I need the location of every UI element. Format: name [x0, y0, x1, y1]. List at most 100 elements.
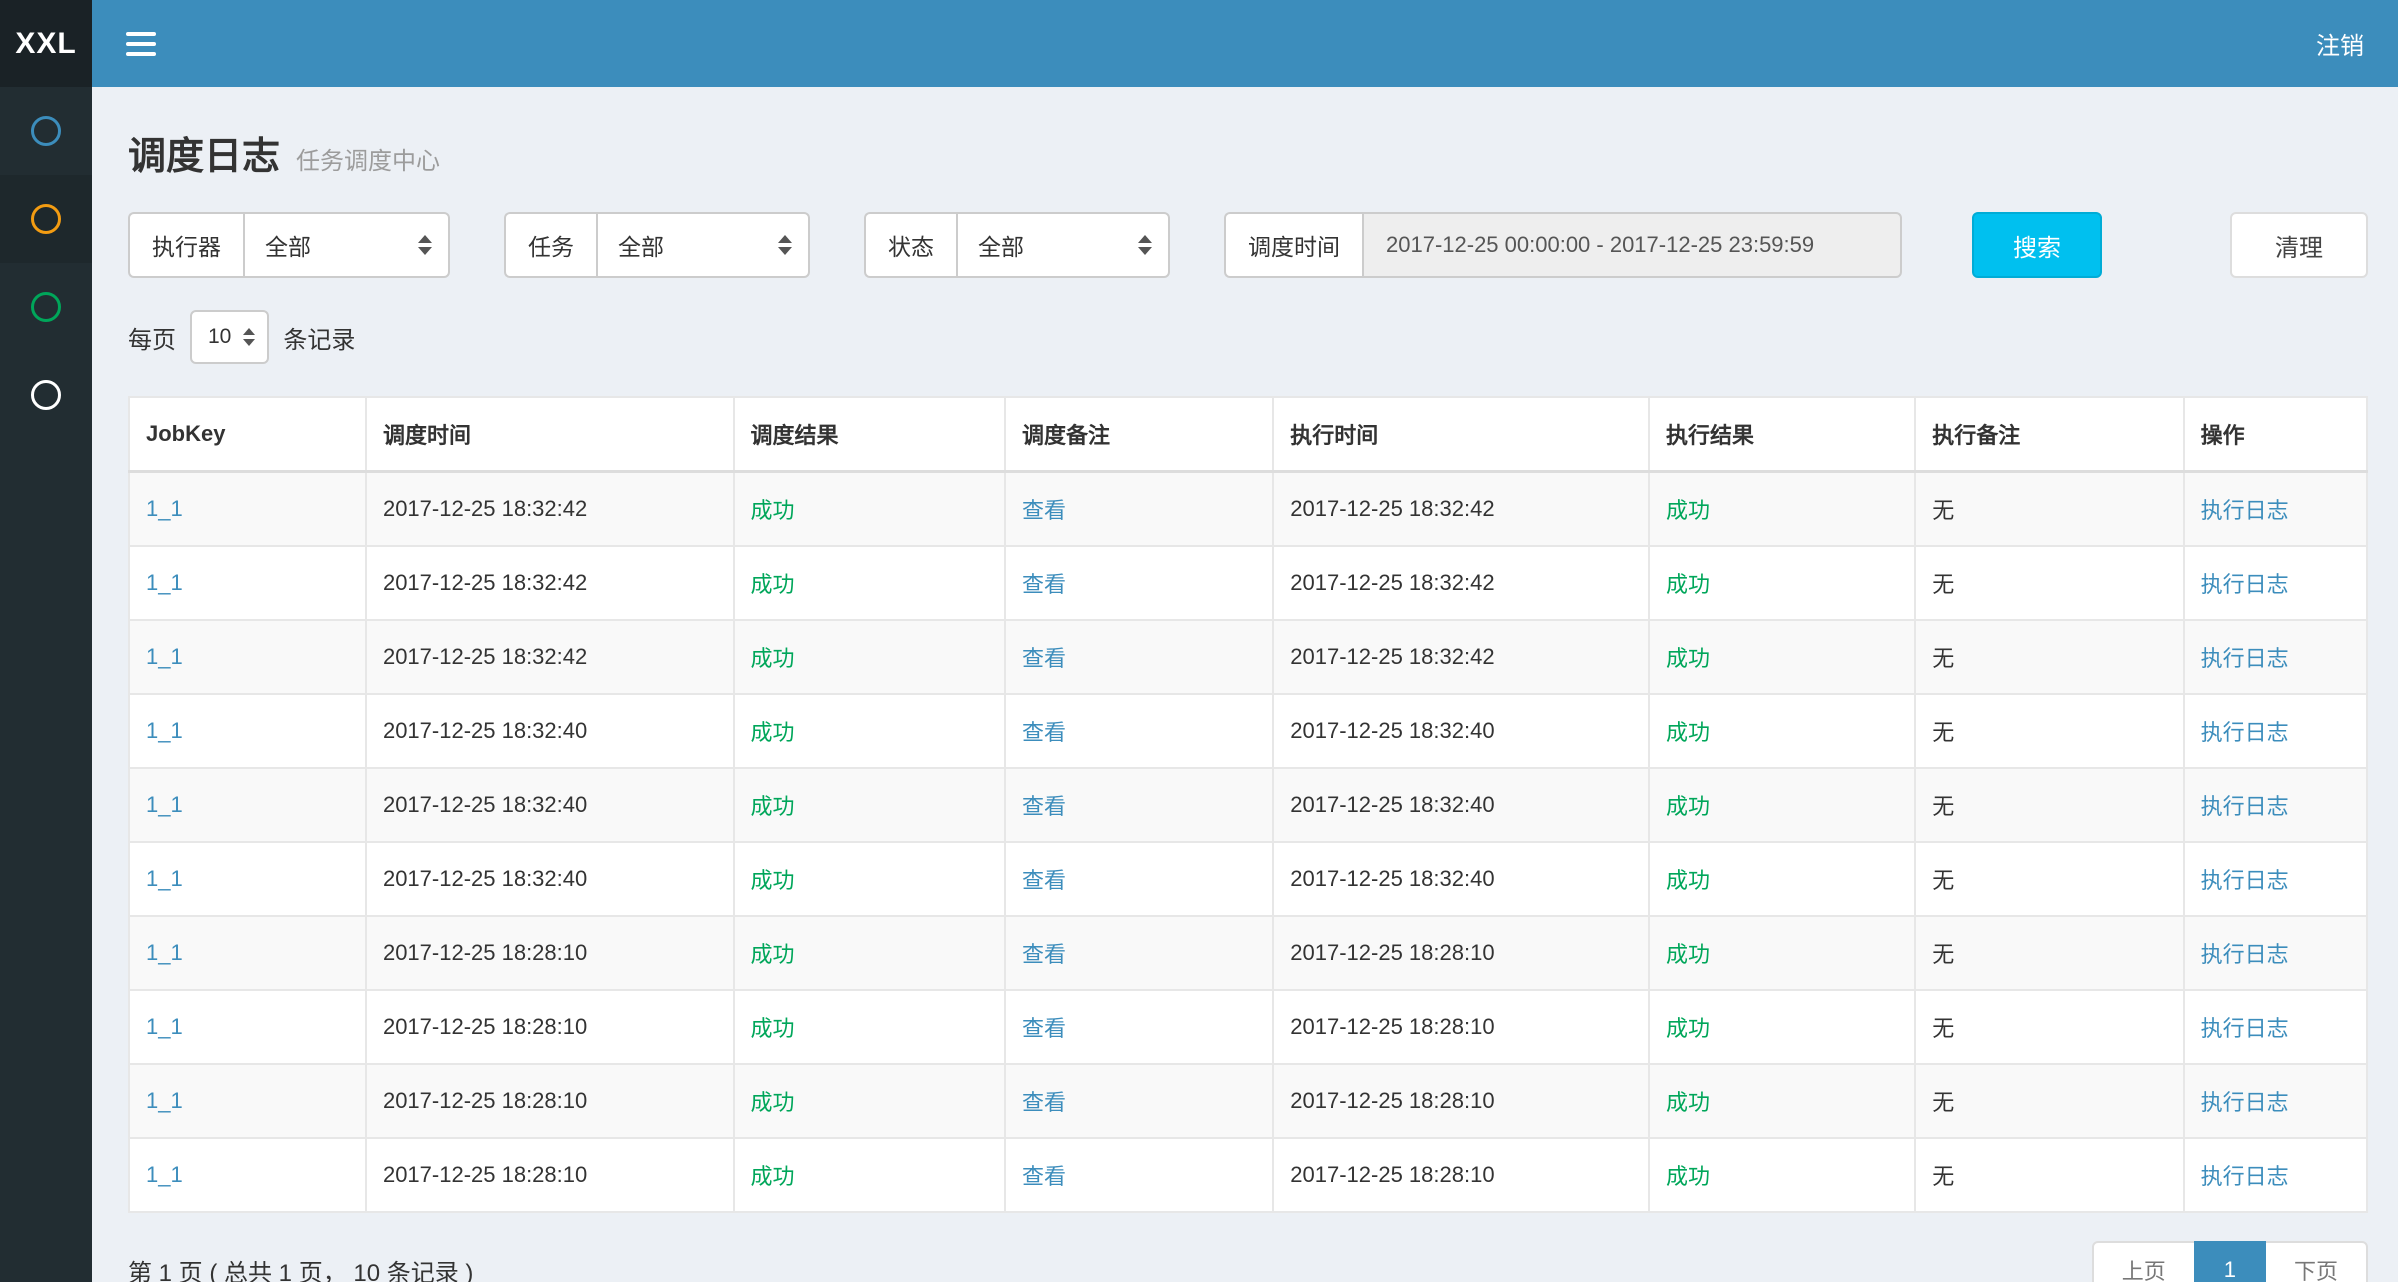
- prev-page-button[interactable]: 上页: [2092, 1241, 2196, 1282]
- current-page-button[interactable]: 1: [2194, 1241, 2266, 1282]
- sidebar-toggle-icon[interactable]: [126, 32, 156, 56]
- cell-trigger-msg-link[interactable]: 查看: [1022, 942, 1066, 967]
- trigger-time-label: 调度时间: [1224, 212, 1362, 278]
- clear-button[interactable]: 清理: [2230, 212, 2368, 278]
- circle-o-icon: [31, 380, 61, 410]
- cell-jobkey-link[interactable]: 1_1: [146, 496, 183, 521]
- cell-action-link[interactable]: 执行日志: [2201, 498, 2289, 523]
- cell-trigger-time: 2017-12-25 18:32:42: [366, 472, 734, 547]
- column-header: 调度备注: [1005, 397, 1273, 472]
- app-logo[interactable]: XXL: [0, 0, 92, 87]
- cell-jobkey-link[interactable]: 1_1: [146, 866, 183, 891]
- cell-handle-result: 成功: [1649, 916, 1915, 990]
- cell-action: 执行日志: [2184, 1064, 2367, 1138]
- column-header: 操作: [2184, 397, 2367, 472]
- cell-handle-time: 2017-12-25 18:28:10: [1273, 1138, 1649, 1212]
- cell-handle-msg: 无: [1915, 916, 2183, 990]
- cell-jobkey: 1_1: [129, 546, 366, 620]
- cell-trigger-msg-link[interactable]: 查看: [1022, 1016, 1066, 1041]
- cell-action: 执行日志: [2184, 768, 2367, 842]
- select-arrows-icon: [778, 235, 792, 255]
- cell-action-link[interactable]: 执行日志: [2201, 1164, 2289, 1189]
- executor-select-value: 全部: [265, 228, 311, 262]
- schedule-log-table: JobKey调度时间调度结果调度备注执行时间执行结果执行备注操作 1_12017…: [128, 396, 2368, 1213]
- sidebar-item-job-manage[interactable]: [0, 175, 92, 263]
- sidebar-menu: [0, 87, 92, 1282]
- cell-trigger-msg-link[interactable]: 查看: [1022, 1164, 1066, 1189]
- column-header: 执行备注: [1915, 397, 2183, 472]
- cell-trigger-msg: 查看: [1005, 546, 1273, 620]
- status-select-value: 全部: [978, 228, 1024, 262]
- cell-handle-msg: 无: [1915, 694, 2183, 768]
- table-row: 1_12017-12-25 18:32:40成功查看2017-12-25 18:…: [129, 842, 2367, 916]
- table-footer: 第 1 页 ( 总共 1 页， 10 条记录 ) 上页 1 下页: [128, 1241, 2368, 1282]
- sidebar-item-job-log[interactable]: [0, 263, 92, 351]
- cell-action-link[interactable]: 执行日志: [2201, 572, 2289, 597]
- circle-o-icon: [31, 204, 61, 234]
- cell-action-link[interactable]: 执行日志: [2201, 1090, 2289, 1115]
- job-select[interactable]: 全部: [596, 212, 810, 278]
- next-page-button[interactable]: 下页: [2264, 1241, 2368, 1282]
- per-page-suffix: 条记录: [283, 320, 355, 355]
- cell-trigger-msg: 查看: [1005, 620, 1273, 694]
- per-page-select[interactable]: 10: [190, 310, 269, 364]
- cell-trigger-msg-link[interactable]: 查看: [1022, 498, 1066, 523]
- logout-link[interactable]: 注销: [2316, 26, 2364, 61]
- cell-action-link[interactable]: 执行日志: [2201, 868, 2289, 893]
- cell-handle-msg: 无: [1915, 1138, 2183, 1212]
- cell-action: 执行日志: [2184, 1138, 2367, 1212]
- job-filter-label: 任务: [504, 212, 596, 278]
- cell-jobkey-link[interactable]: 1_1: [146, 644, 183, 669]
- cell-jobkey-link[interactable]: 1_1: [146, 1088, 183, 1113]
- per-page-value: 10: [208, 325, 231, 349]
- cell-trigger-msg-link[interactable]: 查看: [1022, 646, 1066, 671]
- column-header: 调度时间: [366, 397, 734, 472]
- status-select[interactable]: 全部: [956, 212, 1170, 278]
- cell-handle-time: 2017-12-25 18:32:40: [1273, 842, 1649, 916]
- executor-filter-label: 执行器: [128, 212, 243, 278]
- cell-trigger-msg-link[interactable]: 查看: [1022, 572, 1066, 597]
- executor-select[interactable]: 全部: [243, 212, 450, 278]
- cell-trigger-msg-link[interactable]: 查看: [1022, 868, 1066, 893]
- page-subtitle: 任务调度中心: [296, 141, 440, 176]
- column-header: JobKey: [129, 397, 366, 472]
- cell-handle-result: 成功: [1649, 1064, 1915, 1138]
- sidebar-item-dashboard[interactable]: [0, 87, 92, 175]
- cell-action-link[interactable]: 执行日志: [2201, 942, 2289, 967]
- sidebar-item-executor[interactable]: [0, 351, 92, 439]
- cell-jobkey-link[interactable]: 1_1: [146, 1014, 183, 1039]
- cell-trigger-msg-link[interactable]: 查看: [1022, 720, 1066, 745]
- circle-o-icon: [31, 292, 61, 322]
- cell-trigger-time: 2017-12-25 18:28:10: [366, 1138, 734, 1212]
- cell-trigger-msg: 查看: [1005, 768, 1273, 842]
- cell-action-link[interactable]: 执行日志: [2201, 1016, 2289, 1041]
- cell-jobkey-link[interactable]: 1_1: [146, 792, 183, 817]
- select-arrows-icon: [418, 235, 432, 255]
- cell-handle-result: 成功: [1649, 990, 1915, 1064]
- cell-trigger-msg-link[interactable]: 查看: [1022, 794, 1066, 819]
- cell-action-link[interactable]: 执行日志: [2201, 794, 2289, 819]
- cell-action-link[interactable]: 执行日志: [2201, 646, 2289, 671]
- cell-jobkey-link[interactable]: 1_1: [146, 940, 183, 965]
- cell-action: 执行日志: [2184, 842, 2367, 916]
- cell-action: 执行日志: [2184, 916, 2367, 990]
- cell-action: 执行日志: [2184, 620, 2367, 694]
- cell-jobkey: 1_1: [129, 990, 366, 1064]
- cell-handle-msg: 无: [1915, 620, 2183, 694]
- cell-jobkey-link[interactable]: 1_1: [146, 1162, 183, 1187]
- cell-action: 执行日志: [2184, 546, 2367, 620]
- cell-handle-time: 2017-12-25 18:32:40: [1273, 694, 1649, 768]
- job-select-value: 全部: [618, 228, 664, 262]
- trigger-time-range-input[interactable]: 2017-12-25 00:00:00 - 2017-12-25 23:59:5…: [1362, 212, 1902, 278]
- cell-action-link[interactable]: 执行日志: [2201, 720, 2289, 745]
- cell-jobkey-link[interactable]: 1_1: [146, 718, 183, 743]
- main-content: 调度日志 任务调度中心 执行器 全部 任务 全部 状态: [92, 87, 2398, 1282]
- cell-trigger-time: 2017-12-25 18:28:10: [366, 990, 734, 1064]
- cell-trigger-time: 2017-12-25 18:32:40: [366, 842, 734, 916]
- search-button[interactable]: 搜索: [1972, 212, 2102, 278]
- pagination: 上页 1 下页: [2092, 1241, 2368, 1282]
- cell-trigger-time: 2017-12-25 18:32:42: [366, 620, 734, 694]
- cell-handle-time: 2017-12-25 18:28:10: [1273, 990, 1649, 1064]
- cell-trigger-msg-link[interactable]: 查看: [1022, 1090, 1066, 1115]
- cell-jobkey-link[interactable]: 1_1: [146, 570, 183, 595]
